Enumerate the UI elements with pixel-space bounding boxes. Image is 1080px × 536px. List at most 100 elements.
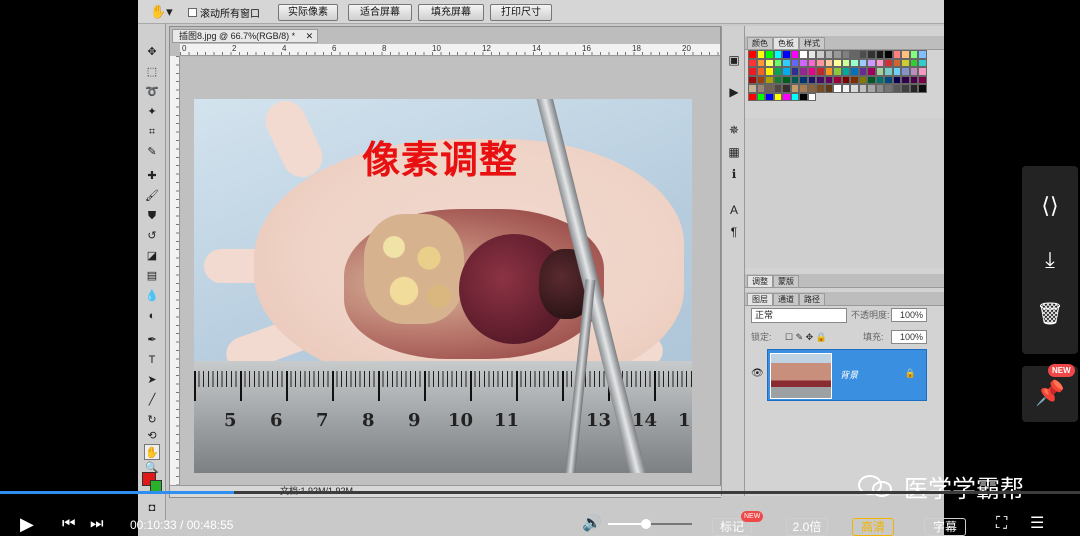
- color-swatch[interactable]: [909, 67, 918, 76]
- color-swatch[interactable]: [918, 50, 927, 59]
- color-swatch[interactable]: [790, 75, 799, 84]
- actions-icon[interactable]: ▶: [726, 84, 742, 100]
- notes-button[interactable]: 标记 NEW: [712, 511, 764, 536]
- tab-channels[interactable]: 通道: [773, 293, 799, 305]
- color-swatch[interactable]: [799, 92, 808, 101]
- color-swatch[interactable]: [918, 67, 927, 76]
- color-swatch[interactable]: [765, 75, 774, 84]
- color-swatch[interactable]: [816, 58, 825, 67]
- play-icon[interactable]: ▶: [20, 512, 34, 536]
- line-tool-icon[interactable]: ╱: [144, 392, 160, 408]
- tab-masks[interactable]: 蒙版: [773, 275, 799, 287]
- color-swatch[interactable]: [850, 84, 859, 93]
- path-selection-tool-icon[interactable]: ➤: [144, 372, 160, 388]
- history-icon[interactable]: ▣: [726, 52, 742, 68]
- progress-bar[interactable]: [0, 491, 1080, 494]
- scroll-all-windows-checkbox[interactable]: 滚动所有窗口: [188, 5, 260, 20]
- color-swatch[interactable]: [748, 58, 757, 67]
- color-swatch[interactable]: [884, 75, 893, 84]
- color-swatch[interactable]: [841, 75, 850, 84]
- color-swatch[interactable]: [867, 84, 876, 93]
- hand-tool-icon[interactable]: ✋▾: [150, 4, 174, 20]
- menu-icon[interactable]: ☰: [1030, 512, 1044, 536]
- color-swatch[interactable]: [756, 58, 765, 67]
- lasso-tool-icon[interactable]: ➰: [144, 84, 160, 100]
- color-swatch[interactable]: [918, 75, 927, 84]
- color-swatch[interactable]: [850, 50, 859, 59]
- previous-icon[interactable]: ⏮: [62, 512, 76, 536]
- color-swatch[interactable]: [765, 92, 774, 101]
- color-swatch[interactable]: [892, 50, 901, 59]
- color-swatch[interactable]: [875, 84, 884, 93]
- color-swatch[interactable]: [867, 50, 876, 59]
- color-swatch[interactable]: [748, 75, 757, 84]
- color-swatch[interactable]: [833, 50, 842, 59]
- info-icon[interactable]: ℹ: [726, 166, 742, 182]
- print-size-button[interactable]: 打印尺寸: [490, 4, 552, 21]
- fill-field[interactable]: 100%: [891, 330, 927, 344]
- color-swatch[interactable]: [841, 67, 850, 76]
- color-swatch[interactable]: [824, 58, 833, 67]
- color-swatch[interactable]: [807, 75, 816, 84]
- fit-screen-button[interactable]: 适合屏幕: [348, 4, 412, 21]
- color-swatch[interactable]: [858, 84, 867, 93]
- color-swatch[interactable]: [833, 84, 842, 93]
- color-swatch[interactable]: [858, 58, 867, 67]
- color-swatch[interactable]: [799, 84, 808, 93]
- color-swatch[interactable]: [901, 50, 910, 59]
- brush-tool-icon[interactable]: 🖌: [144, 188, 160, 204]
- crop-tool-icon[interactable]: ⌗: [144, 124, 160, 140]
- share-icon[interactable]: ⟨⟩: [1022, 186, 1078, 226]
- tab-swatches[interactable]: 色板: [773, 37, 799, 49]
- color-swatch[interactable]: [824, 67, 833, 76]
- color-swatch[interactable]: [782, 84, 791, 93]
- navigator-icon[interactable]: ✵: [726, 122, 742, 138]
- color-swatch[interactable]: [875, 67, 884, 76]
- tab-paths[interactable]: 路径: [799, 293, 825, 305]
- 3d-orbit-tool-icon[interactable]: ⟲: [144, 428, 160, 444]
- color-swatch[interactable]: [824, 84, 833, 93]
- opacity-field[interactable]: 100%: [891, 308, 927, 322]
- color-swatch[interactable]: [790, 67, 799, 76]
- color-swatch[interactable]: [782, 67, 791, 76]
- color-swatch[interactable]: [901, 58, 910, 67]
- color-swatch[interactable]: [773, 67, 782, 76]
- color-swatch[interactable]: [790, 58, 799, 67]
- color-swatch[interactable]: [748, 50, 757, 59]
- eraser-tool-icon[interactable]: ◪: [144, 248, 160, 264]
- histogram-icon[interactable]: ▦: [726, 144, 742, 160]
- volume-slider[interactable]: [608, 519, 692, 529]
- color-swatch[interactable]: [765, 50, 774, 59]
- color-swatch[interactable]: [884, 50, 893, 59]
- document-image[interactable]: 5 6 7 8 9 10 11 13 14 15 像素调整: [194, 99, 692, 473]
- blur-tool-icon[interactable]: 💧: [144, 288, 160, 304]
- color-swatch[interactable]: [875, 50, 884, 59]
- color-swatch[interactable]: [858, 75, 867, 84]
- eye-icon[interactable]: 👁: [751, 368, 764, 379]
- color-swatch[interactable]: [867, 67, 876, 76]
- healing-brush-tool-icon[interactable]: ✚: [144, 168, 160, 184]
- color-swatch[interactable]: [909, 50, 918, 59]
- color-swatch[interactable]: [875, 75, 884, 84]
- color-swatch[interactable]: [773, 58, 782, 67]
- color-swatch[interactable]: [756, 75, 765, 84]
- color-swatch[interactable]: [841, 50, 850, 59]
- color-swatch[interactable]: [884, 67, 893, 76]
- tab-adjustments[interactable]: 调整: [747, 275, 773, 287]
- move-tool-icon[interactable]: ✥: [144, 44, 160, 60]
- layer-row-background[interactable]: 背景 🔒: [767, 349, 927, 401]
- color-swatch[interactable]: [773, 92, 782, 101]
- color-swatch[interactable]: [824, 75, 833, 84]
- color-swatch[interactable]: [807, 84, 816, 93]
- quality-button[interactable]: 高清: [852, 518, 894, 536]
- color-swatch[interactable]: [773, 50, 782, 59]
- color-swatch[interactable]: [850, 75, 859, 84]
- color-swatch[interactable]: [918, 58, 927, 67]
- 3d-rotate-tool-icon[interactable]: ↻: [144, 412, 160, 428]
- color-swatch[interactable]: [833, 67, 842, 76]
- color-swatch[interactable]: [765, 58, 774, 67]
- color-swatch[interactable]: [909, 75, 918, 84]
- lock-icons[interactable]: ☐ ✎ ✥ 🔒: [785, 330, 827, 345]
- color-swatch[interactable]: [841, 58, 850, 67]
- fill-screen-button[interactable]: 填充屏幕: [418, 4, 484, 21]
